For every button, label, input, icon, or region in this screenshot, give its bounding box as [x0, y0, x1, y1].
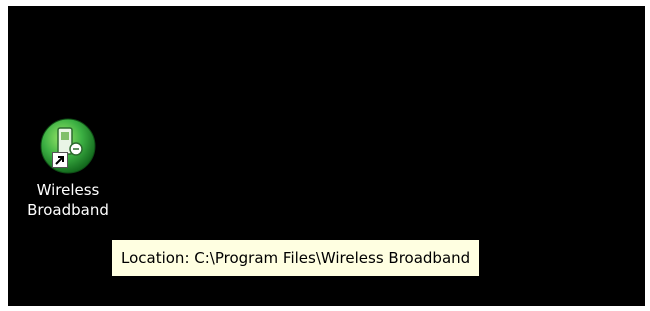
screenshot-frame: Wireless Broadband Location: C:\Program … — [0, 0, 650, 311]
wireless-broadband-icon-graphic — [40, 118, 96, 174]
shortcut-arrow-glyph — [55, 156, 64, 165]
wireless-broadband-shortcut[interactable]: Wireless Broadband — [20, 116, 116, 220]
wireless-broadband-app-icon[interactable] — [38, 116, 98, 176]
shortcut-label: Wireless Broadband — [20, 180, 116, 220]
location-tooltip: Location: C:\Program Files\Wireless Broa… — [111, 239, 481, 277]
shortcut-label-line2: Broadband — [27, 201, 109, 219]
shortcut-arrow-icon — [52, 152, 68, 168]
desktop[interactable]: Wireless Broadband Location: C:\Program … — [8, 6, 645, 306]
shortcut-label-line1: Wireless — [36, 181, 100, 199]
